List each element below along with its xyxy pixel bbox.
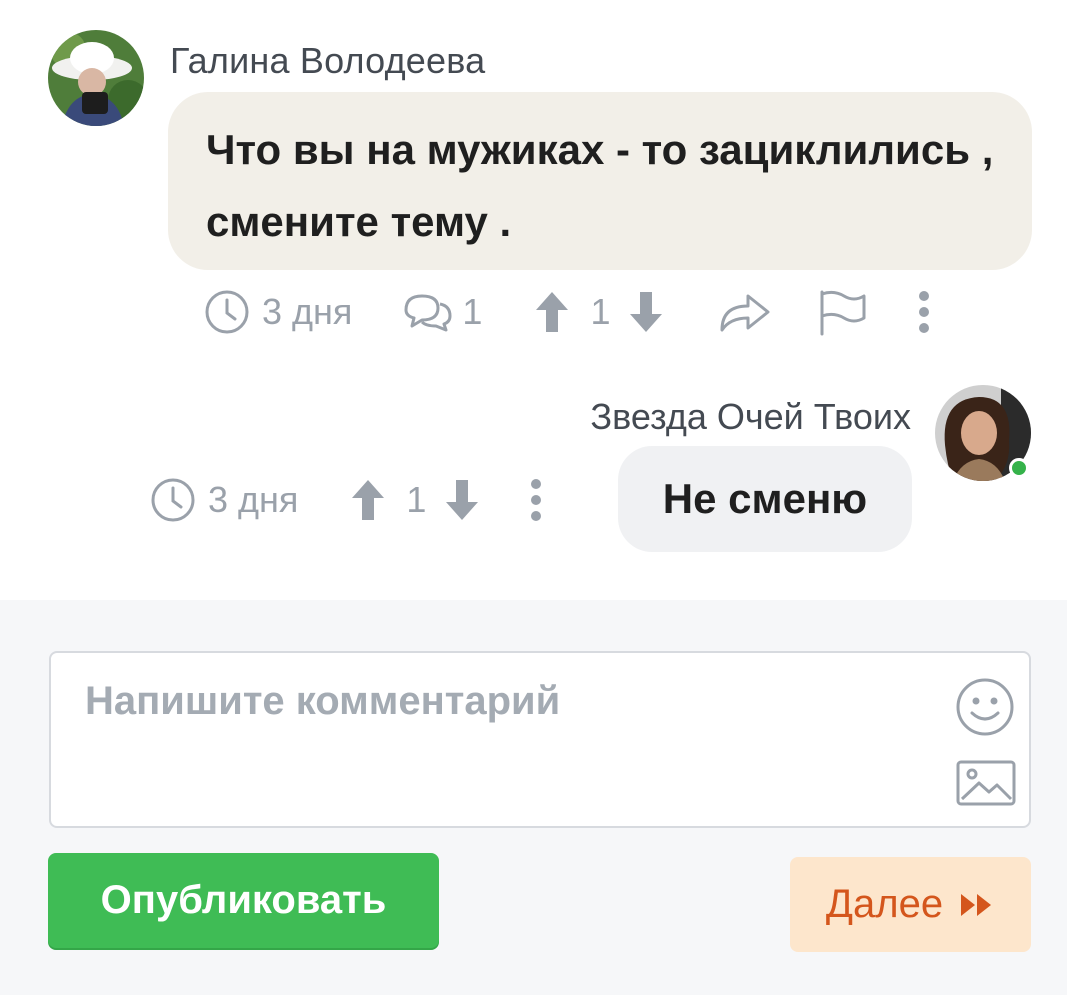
smiley-icon [956, 678, 1014, 736]
comment-actions: 3 дня 1 1 [204, 288, 932, 336]
comment-actions: 3 дня 1 [150, 476, 544, 524]
attach-image-button[interactable] [955, 759, 1017, 807]
time-label: 3 дня [262, 291, 353, 332]
share-button[interactable] [716, 290, 772, 334]
double-chevron-right-icon [961, 893, 992, 916]
comment-text: Что вы на мужиках - то зациклились , сме… [206, 126, 994, 245]
next-label: Далее [825, 882, 944, 926]
arrow-up-icon [536, 292, 569, 332]
comment-time: 3 дня [204, 289, 352, 335]
emoji-button[interactable] [955, 677, 1015, 737]
reply-count: 1 [462, 291, 483, 332]
comment-bubble: Что вы на мужиках - то зациклились , сме… [168, 92, 1032, 270]
more-button[interactable] [528, 477, 544, 523]
comment-time: 3 дня [150, 477, 298, 523]
clock-icon [205, 290, 249, 334]
speech-bubbles-icon [404, 294, 452, 332]
vote-count: 1 [406, 479, 427, 520]
online-indicator [1009, 458, 1029, 478]
comment-thread: Галина Володеева Что вы на мужиках - то … [0, 0, 1067, 600]
next-button[interactable]: Далее [790, 857, 1031, 952]
downvote-button[interactable] [444, 478, 480, 522]
upvote-button[interactable] [350, 478, 386, 522]
image-icon [956, 760, 1016, 806]
comment-author[interactable]: Звезда Очей Твоих [590, 396, 911, 438]
arrow-up-icon [352, 480, 385, 520]
report-button[interactable] [816, 288, 868, 336]
clock-icon [151, 478, 195, 522]
more-button[interactable] [916, 289, 932, 335]
publish-button[interactable]: Опубликовать [48, 853, 439, 948]
upvote-button[interactable] [534, 290, 570, 334]
more-vertical-icon [919, 291, 930, 333]
downvote-button[interactable] [628, 290, 664, 334]
time-label: 3 дня [208, 479, 299, 520]
flag-icon [820, 290, 866, 336]
comment-input-box [49, 651, 1031, 828]
reply-button[interactable]: 1 [400, 290, 482, 334]
comment-input[interactable] [51, 653, 931, 826]
vote-count: 1 [590, 291, 611, 332]
share-arrow-icon [720, 294, 770, 332]
avatar[interactable] [48, 30, 144, 126]
comment-bubble: Не сменю [618, 446, 912, 552]
arrow-down-icon [446, 480, 479, 520]
more-vertical-icon [531, 479, 542, 521]
comment-form: Опубликовать Далее [0, 600, 1067, 995]
arrow-down-icon [630, 292, 663, 332]
comment-author[interactable]: Галина Володеева [170, 40, 485, 82]
comment-text: Не сменю [662, 475, 868, 522]
